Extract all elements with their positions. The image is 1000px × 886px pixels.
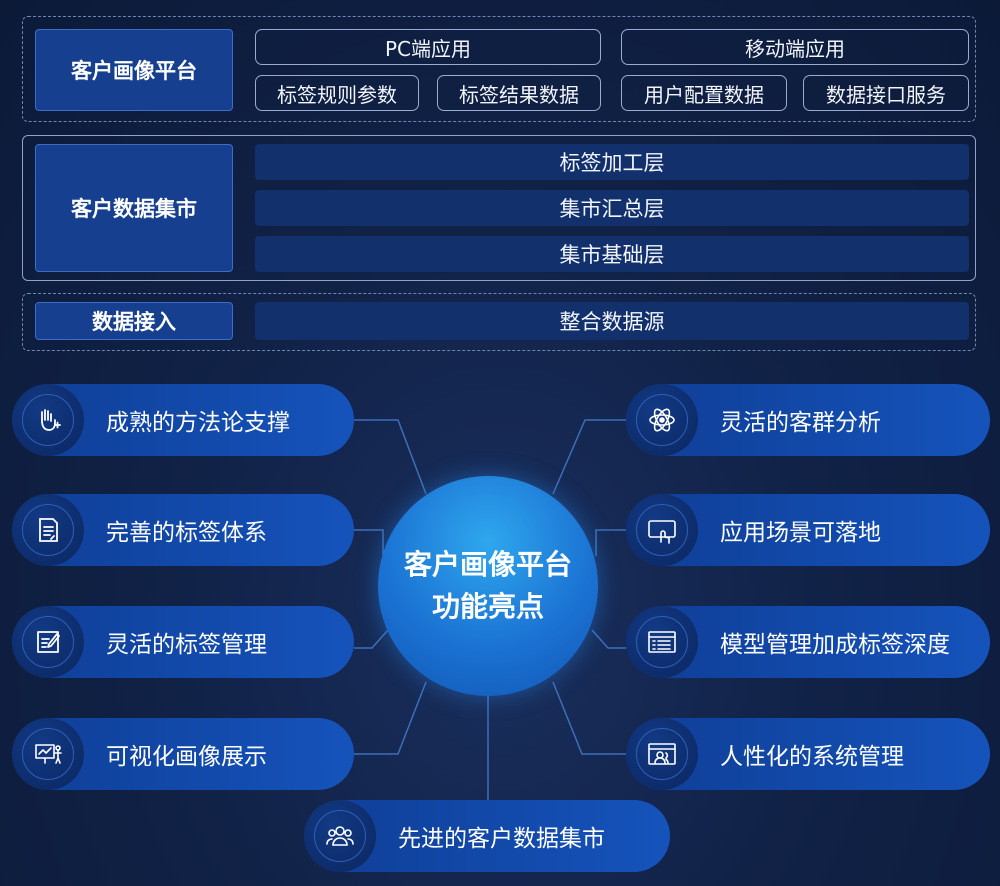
presentation-icon [35,744,62,764]
hub-title-line1: 客户画像平台 [403,548,572,581]
feature-label: 成熟的方法论支撑 [106,410,290,436]
feature-hub-circle: 客户画像平台 功能亮点 [378,476,598,696]
connector-left-1 [354,419,427,495]
edit-icon [37,631,60,653]
feature-label: 完善的标签体系 [106,520,267,546]
connector-left-3 [354,629,389,649]
feature-user-friendly-system-management: 人性化的系统管理 [626,718,990,790]
feature-label: 应用场景可落地 [720,520,881,546]
atom-icon [649,408,675,432]
feature-label: 人性化的系统管理 [720,744,904,770]
connector-right-3 [591,629,626,649]
feature-label: 灵活的客群分析 [720,410,881,436]
feature-model-management: 模型管理加成标签深度 [626,606,990,678]
connector-right-4 [552,681,626,755]
feature-label: 可视化画像展示 [106,744,267,770]
connector-right-2 [595,529,626,556]
feature-flexible-segment-analysis: 灵活的客群分析 [626,384,990,456]
user-window-icon [648,743,676,765]
connector-right-1 [552,419,626,495]
hub-title-line2: 功能亮点 [431,590,544,623]
feature-flexible-tag-management: 灵活的标签管理 [12,606,354,678]
feature-label: 先进的客户数据集市 [398,826,605,852]
feature-advanced-data-mart: 先进的客户数据集市 [304,800,670,872]
feature-label: 灵活的标签管理 [106,632,267,658]
connector-left-2 [354,529,384,556]
touch-screen-icon [648,520,676,544]
feature-visual-portrait-display: 可视化画像展示 [12,718,354,790]
feature-label: 模型管理加成标签深度 [720,632,950,658]
users-icon [326,826,354,846]
hand-icon [41,409,61,431]
list-window-icon [648,631,676,653]
feature-mature-methodology: 成熟的方法论支撑 [12,384,354,456]
document-icon [39,518,58,542]
connector-left-4 [354,681,427,755]
feature-applicable-scenarios: 应用场景可落地 [626,494,990,566]
feature-complete-tag-system: 完善的标签体系 [12,494,354,566]
